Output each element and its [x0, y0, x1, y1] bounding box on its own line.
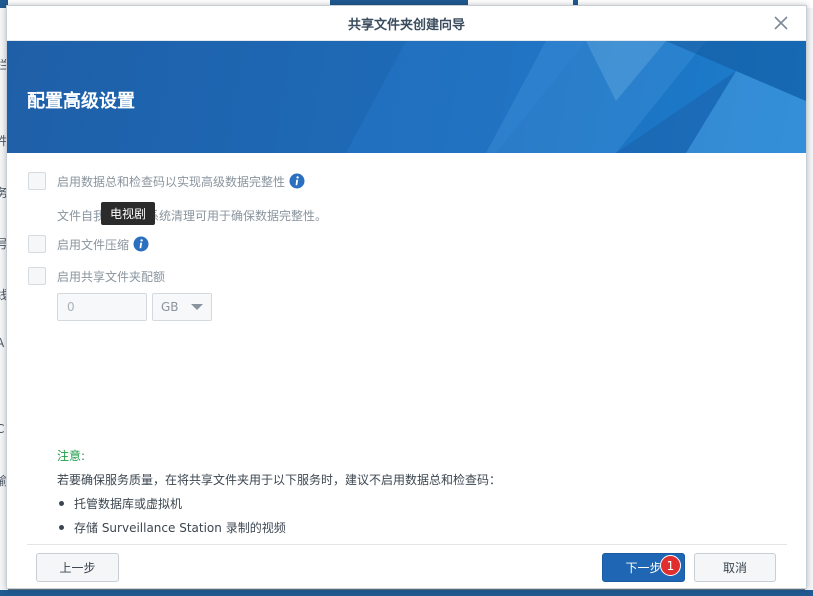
chevron-down-icon — [191, 304, 203, 310]
dialog-titlebar: 共享文件夹创建向导 — [7, 6, 806, 41]
cancel-button[interactable]: 取消 — [694, 553, 776, 582]
compression-label: 启用文件压缩 — [57, 237, 130, 252]
notification-badge: 1 — [660, 555, 681, 576]
note-title: 注意: — [57, 449, 86, 463]
checksum-option: 启用数据总和检查码以实现高级数据完整性 — [28, 172, 305, 190]
list-item: 托管数据库或虚拟机 — [57, 495, 757, 512]
info-icon[interactable] — [133, 236, 149, 252]
close-icon[interactable] — [772, 14, 790, 32]
shared-folder-wizard-dialog: 共享文件夹创建向导 配置高级设置 启用数据总和检查码以实现高级数据完整性 文件自… — [6, 5, 807, 589]
note-section: 注意: 若要确保服务质量，在将共享文件夹用于以下服务时，建议不启用数据总和检查码… — [57, 447, 757, 543]
quota-checkbox[interactable] — [28, 267, 46, 285]
footer-divider — [27, 544, 787, 545]
checksum-description-end: 件系统清理可用于确保数据完整性。 — [135, 209, 328, 223]
quota-unit-select[interactable]: GB — [152, 293, 212, 321]
compression-option: 启用文件压缩 — [28, 235, 149, 253]
background-text: C — [0, 422, 5, 436]
checksum-description: 文件自我 件系统清理可用于确保数据完整性。 — [57, 207, 327, 224]
page-heading: 配置高级设置 — [27, 91, 135, 112]
previous-button[interactable]: 上一步 — [36, 553, 119, 582]
banner-decoration — [346, 41, 806, 153]
checksum-description-start: 文件自我 — [57, 209, 106, 223]
note-list: 托管数据库或虚拟机 存储 Surveillance Station 录制的视频 — [57, 495, 757, 536]
tooltip: 电视剧 — [101, 202, 156, 225]
wizard-banner: 配置高级设置 — [7, 41, 806, 153]
quota-unit-value: GB — [161, 300, 179, 314]
background-text: A — [0, 336, 5, 350]
dialog-title: 共享文件夹创建向导 — [347, 17, 465, 33]
info-icon[interactable] — [289, 173, 305, 189]
quota-label: 启用共享文件夹配额 — [57, 269, 166, 284]
list-item: 存储 Surveillance Station 录制的视频 — [57, 519, 757, 536]
checksum-checkbox[interactable] — [28, 172, 46, 190]
compression-checkbox[interactable] — [28, 235, 46, 253]
background-taskbar — [0, 590, 813, 596]
quota-option: 启用共享文件夹配额 — [28, 267, 165, 285]
note-text: 若要确保服务质量，在将共享文件夹用于以下服务时，建议不启用数据总和检查码： — [57, 473, 502, 487]
checksum-label: 启用数据总和检查码以实现高级数据完整性 — [57, 174, 286, 189]
quota-size-input[interactable]: 0 — [57, 293, 147, 321]
